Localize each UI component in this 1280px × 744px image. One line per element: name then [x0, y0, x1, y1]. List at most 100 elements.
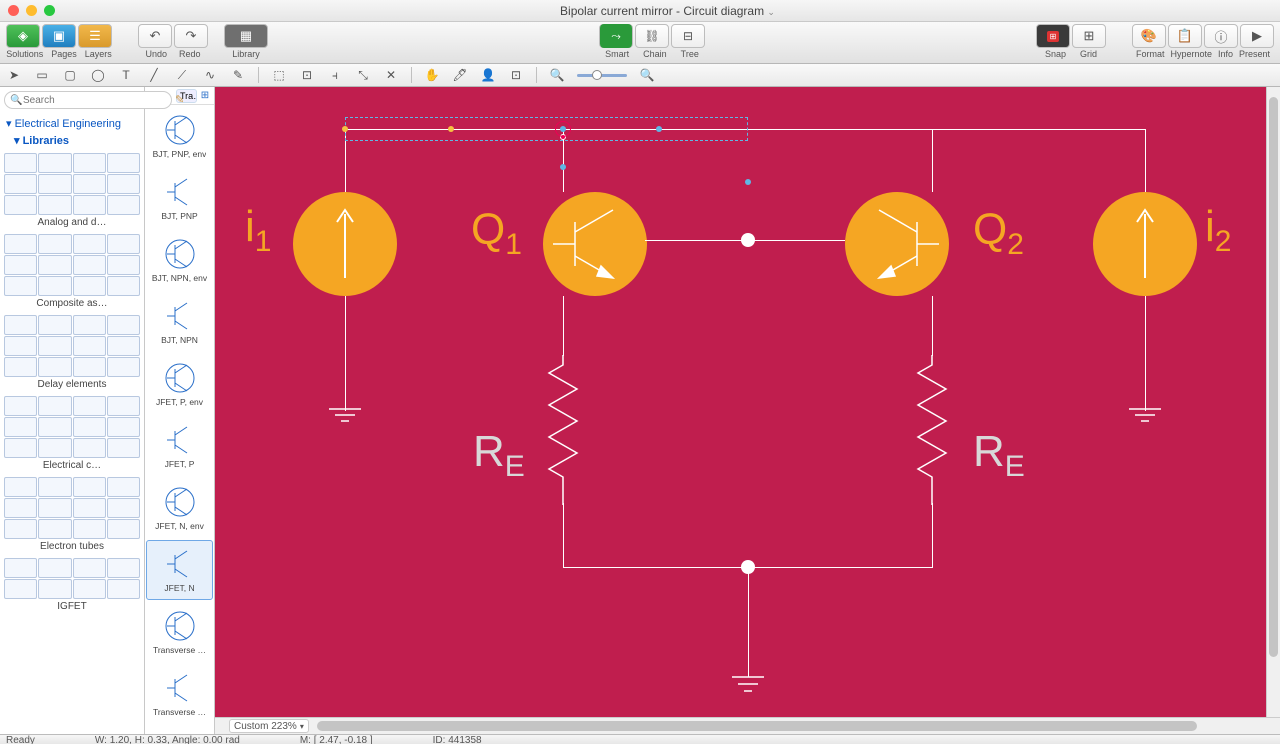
- zoom-level-selector[interactable]: Custom 223%▾: [229, 719, 309, 733]
- libraries-header[interactable]: ▾ Libraries: [6, 132, 138, 149]
- current-source-i2[interactable]: [1093, 192, 1197, 296]
- stencil-item[interactable]: JFET, N, env: [145, 477, 214, 539]
- transistor-q2[interactable]: [845, 192, 949, 296]
- format-button[interactable]: 🎨: [1132, 24, 1166, 48]
- text-tool[interactable]: T: [118, 67, 134, 83]
- reflect-tool[interactable]: ⤡: [355, 67, 371, 83]
- horizontal-scrollbar[interactable]: [317, 721, 1262, 731]
- solutions-button[interactable]: ◈: [6, 24, 40, 48]
- ungroup-tool[interactable]: ⬚: [271, 67, 287, 83]
- grid-button[interactable]: ⊞: [1072, 24, 1106, 48]
- lib-group-name[interactable]: Composite as…: [4, 298, 140, 309]
- line-tool[interactable]: ╱: [146, 67, 162, 83]
- zoom-slider[interactable]: [577, 74, 627, 77]
- group-tool[interactable]: ⊡: [299, 67, 315, 83]
- rotate-tool[interactable]: ✕: [383, 67, 399, 83]
- stencil-item-label: BJT, NPN, env: [152, 273, 207, 283]
- label-i2: i2: [1205, 202, 1231, 259]
- lib-group-name[interactable]: Electrical c…: [4, 460, 140, 471]
- info-button[interactable]: ⓘ: [1204, 24, 1238, 48]
- info-label: Info: [1218, 49, 1233, 59]
- chain-label: Chain: [643, 49, 667, 59]
- pages-button[interactable]: ▣: [42, 24, 76, 48]
- stencil-item[interactable]: JFET, P, env: [145, 353, 214, 415]
- rect-tool[interactable]: ▭: [34, 67, 50, 83]
- category-header[interactable]: ▾ Electrical Engineering: [6, 115, 138, 132]
- hand-tool[interactable]: ✋: [424, 67, 440, 83]
- title-dropdown-icon[interactable]: ⌄: [767, 7, 775, 17]
- stencil-item[interactable]: BJT, NPN, env: [145, 229, 214, 291]
- chain-connector-button[interactable]: ⛓: [635, 24, 669, 48]
- stencil-item[interactable]: Transverse …: [145, 663, 214, 725]
- stencil-item-label: Transverse …: [153, 707, 206, 717]
- tree-connector-button[interactable]: ⊟: [671, 24, 705, 48]
- status-mouse: M: [ 2.47, -0.18 ]: [300, 735, 373, 744]
- library-button[interactable]: ▦: [224, 24, 268, 48]
- undo-button[interactable]: ↶: [138, 24, 172, 48]
- stencil-item[interactable]: Transverse …: [145, 601, 214, 663]
- lib-group-name[interactable]: Electron tubes: [4, 541, 140, 552]
- label-re-right: RE: [973, 427, 1025, 484]
- lib-group-name[interactable]: Analog and d…: [4, 217, 140, 228]
- stencil-panel: ‹ › Tra… ⊞ BJT, PNP, envBJT, PNPBJT, NPN…: [145, 87, 215, 734]
- lib-group-name[interactable]: IGFET: [4, 601, 140, 612]
- stencil-item-label: JFET, N: [164, 583, 194, 593]
- layers-button[interactable]: ☰: [78, 24, 112, 48]
- smart-connector-button[interactable]: ⤳: [599, 24, 633, 48]
- stamp-tool[interactable]: 👤: [480, 67, 496, 83]
- close-window-button[interactable]: [8, 5, 19, 16]
- label-re-left: RE: [473, 427, 525, 484]
- stencil-item-label: JFET, P: [165, 459, 195, 469]
- arc-tool[interactable]: ⟋: [174, 67, 190, 83]
- rounded-rect-tool[interactable]: ▢: [62, 67, 78, 83]
- stencil-item[interactable]: JFET, N: [146, 540, 213, 600]
- spline-tool[interactable]: ∿: [202, 67, 218, 83]
- stencil-view-toggle[interactable]: ⊞: [199, 90, 211, 101]
- ellipse-tool[interactable]: ◯: [90, 67, 106, 83]
- canvas-footer: Custom 223%▾: [215, 717, 1280, 734]
- stencil-item[interactable]: BJT, PNP: [145, 167, 214, 229]
- snap-button[interactable]: ⊞: [1036, 24, 1070, 48]
- stencil-item-label: BJT, NPN: [161, 335, 198, 345]
- pen-tool[interactable]: ✎: [230, 67, 246, 83]
- transistor-q1[interactable]: [543, 192, 647, 296]
- crop-tool[interactable]: ⊡: [508, 67, 524, 83]
- tree-label: Tree: [681, 49, 699, 59]
- search-icon: 🔍: [10, 95, 22, 106]
- stencil-item[interactable]: BJT, PNP, env: [145, 105, 214, 167]
- eyedropper-tool[interactable]: 🖊: [452, 67, 468, 83]
- library-groups-list[interactable]: Analog and d… Composite as… Delay elemen…: [0, 151, 144, 734]
- redo-button[interactable]: ↷: [174, 24, 208, 48]
- lib-group-name[interactable]: Delay elements: [4, 379, 140, 390]
- zoom-out-icon[interactable]: 🔍: [549, 67, 565, 83]
- redo-label: Redo: [179, 49, 201, 59]
- label-q2: Q2: [973, 205, 1024, 262]
- label-i1: i1: [245, 202, 271, 259]
- stencil-item[interactable]: BJT, NPN: [145, 291, 214, 353]
- smart-label: Smart: [605, 49, 629, 59]
- wand-icon[interactable]: ✎: [175, 93, 184, 107]
- selection-box[interactable]: [345, 117, 748, 141]
- drawing-canvas[interactable]: i1 Q1 Q2 i2: [215, 87, 1266, 717]
- vertical-scrollbar[interactable]: [1266, 87, 1280, 717]
- hypernote-label: Hypernote: [1170, 49, 1212, 59]
- stencil-item[interactable]: JFET, P: [145, 415, 214, 477]
- align-tool[interactable]: ⫞: [327, 67, 343, 83]
- present-label: Present: [1239, 49, 1270, 59]
- zoom-window-button[interactable]: [44, 5, 55, 16]
- stencil-item-label: BJT, PNP: [161, 211, 197, 221]
- library-search-input[interactable]: [4, 91, 172, 109]
- minimize-window-button[interactable]: [26, 5, 37, 16]
- stencil-item-label: Transverse …: [153, 645, 206, 655]
- node-mid: [741, 233, 755, 247]
- main-toolbar: ◈ ▣ ☰ Solutions Pages Layers ↶ ↷ Undo Re…: [0, 22, 1280, 64]
- snap-label: Snap: [1045, 49, 1066, 59]
- grid-label: Grid: [1080, 49, 1097, 59]
- hypernote-button[interactable]: 📋: [1168, 24, 1202, 48]
- present-button[interactable]: ▶: [1240, 24, 1274, 48]
- zoom-in-icon[interactable]: 🔍: [639, 67, 655, 83]
- select-tool[interactable]: ➤: [6, 67, 22, 83]
- format-label: Format: [1136, 49, 1165, 59]
- tool-row: ➤ ▭ ▢ ◯ T ╱ ⟋ ∿ ✎ ⬚ ⊡ ⫞ ⤡ ✕ ✋ 🖊 👤 ⊡ 🔍 🔍: [0, 64, 1280, 87]
- current-source-i1[interactable]: [293, 192, 397, 296]
